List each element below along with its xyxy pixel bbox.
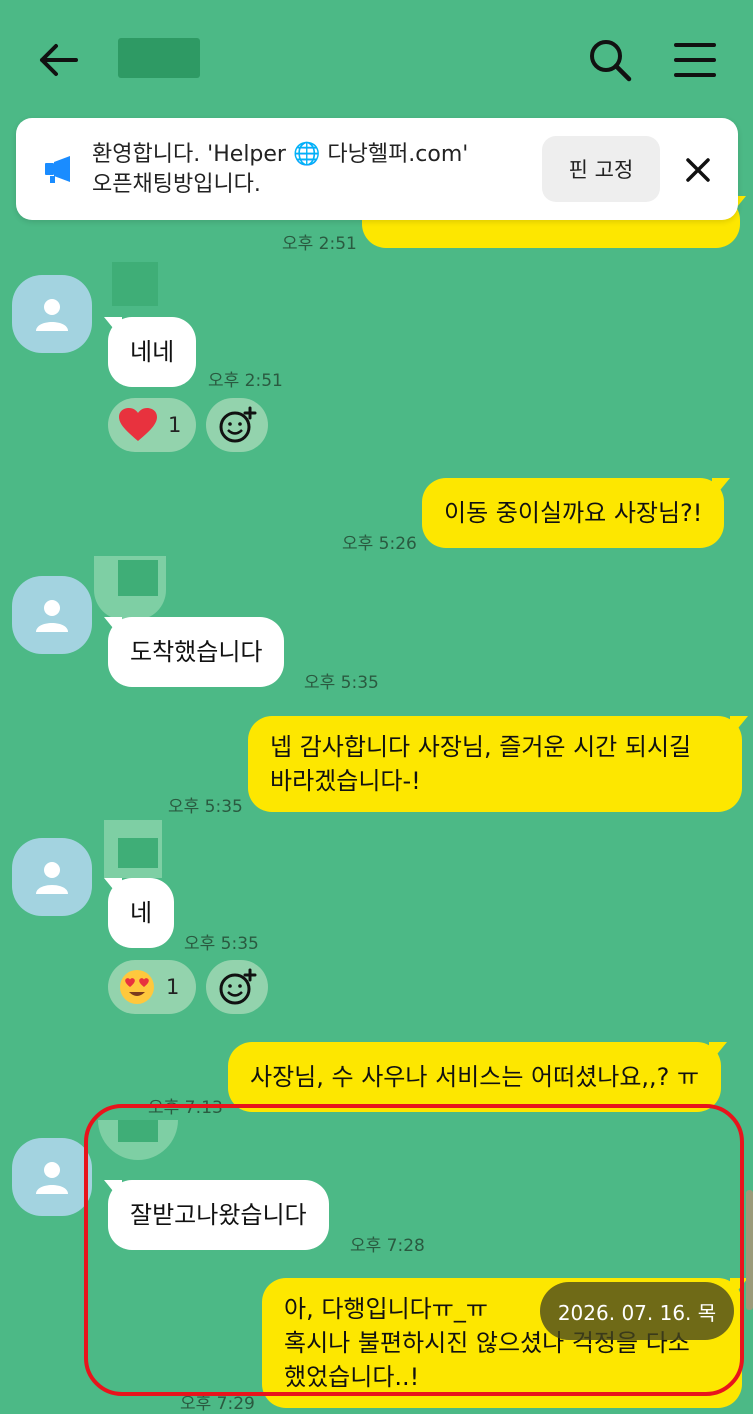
sender-name-blurred [118, 560, 158, 596]
search-button[interactable] [584, 34, 636, 86]
notice-line-2: 오픈채팅방입니다. [92, 172, 261, 197]
message-bubble-incoming[interactable]: 도착했습니다 [103, 617, 285, 687]
reaction-chip[interactable]: 1 [108, 960, 196, 1014]
notice-text: 환영합니다. 'Helper 🌐 다낭헬퍼.com' 오픈채팅방입니다. [92, 140, 522, 200]
add-reaction-button[interactable] [206, 398, 268, 452]
message-bubble-incoming[interactable]: 네네 [103, 317, 197, 387]
message-bubble-incoming[interactable]: 네 [103, 878, 175, 948]
message-time: 오후 2:51 [208, 371, 283, 391]
avatar[interactable] [12, 1138, 92, 1216]
pin-button[interactable]: 핀 고정 [542, 136, 660, 202]
add-emoji-icon [219, 406, 257, 443]
message-time: 오후 5:35 [184, 934, 259, 954]
heart-icon [119, 408, 157, 441]
user-icon [36, 1162, 68, 1194]
sender-name-blurred [118, 838, 158, 868]
reaction-count: 1 [168, 413, 182, 437]
message-line-1: 넵 감사합니다 사장님, 즐거운 시간 되시길 [270, 733, 692, 761]
back-button[interactable] [30, 36, 86, 84]
red-highlight-box [84, 1104, 744, 1396]
avatar[interactable] [12, 838, 92, 916]
user-icon [36, 862, 68, 894]
message-bubble-outgoing[interactable]: 사장님, 수 사우나 서비스는 어떠셨나요,,? ㅠ [228, 1042, 728, 1112]
reaction-count: 1 [166, 975, 180, 999]
add-reaction-button[interactable] [206, 960, 268, 1014]
close-icon[interactable] [680, 152, 716, 188]
user-icon [36, 299, 68, 331]
message-bubble-outgoing[interactable]: 이동 중이실까요 사장님?! [422, 478, 731, 548]
message-time: 오후 5:35 [168, 797, 243, 817]
arrow-left-icon [40, 44, 78, 76]
message-line-2: 바라겠습니다-! [270, 767, 421, 795]
message-time: 오후 2:51 [282, 234, 357, 254]
megaphone-icon [45, 156, 70, 183]
scrollbar[interactable] [746, 1190, 753, 1310]
hamburger-menu-icon [674, 43, 716, 77]
message-time: 오후 5:26 [342, 534, 417, 554]
date-indicator: 2026. 07. 16. 목 [540, 1282, 734, 1340]
reaction-chip[interactable]: 1 [108, 398, 196, 452]
menu-button[interactable] [668, 36, 722, 84]
add-emoji-icon [219, 968, 257, 1005]
notice-banner[interactable]: 환영합니다. 'Helper 🌐 다낭헬퍼.com' 오픈채팅방입니다. 핀 고… [16, 118, 738, 220]
message-bubble-outgoing[interactable]: 넵 감사합니다 사장님, 즐거운 시간 되시길 바라겠습니다-! [248, 716, 748, 812]
chat-title-blurred [118, 38, 200, 78]
heart-eyes-emoji-icon [120, 970, 154, 1004]
search-icon [590, 40, 632, 82]
notice-line-1: 환영합니다. 'Helper 🌐 다낭헬퍼.com' [92, 142, 469, 167]
avatar[interactable] [12, 275, 92, 353]
user-icon [36, 600, 68, 632]
message-time: 오후 5:35 [304, 673, 379, 693]
sender-name-blurred [112, 262, 158, 306]
avatar[interactable] [12, 576, 92, 654]
